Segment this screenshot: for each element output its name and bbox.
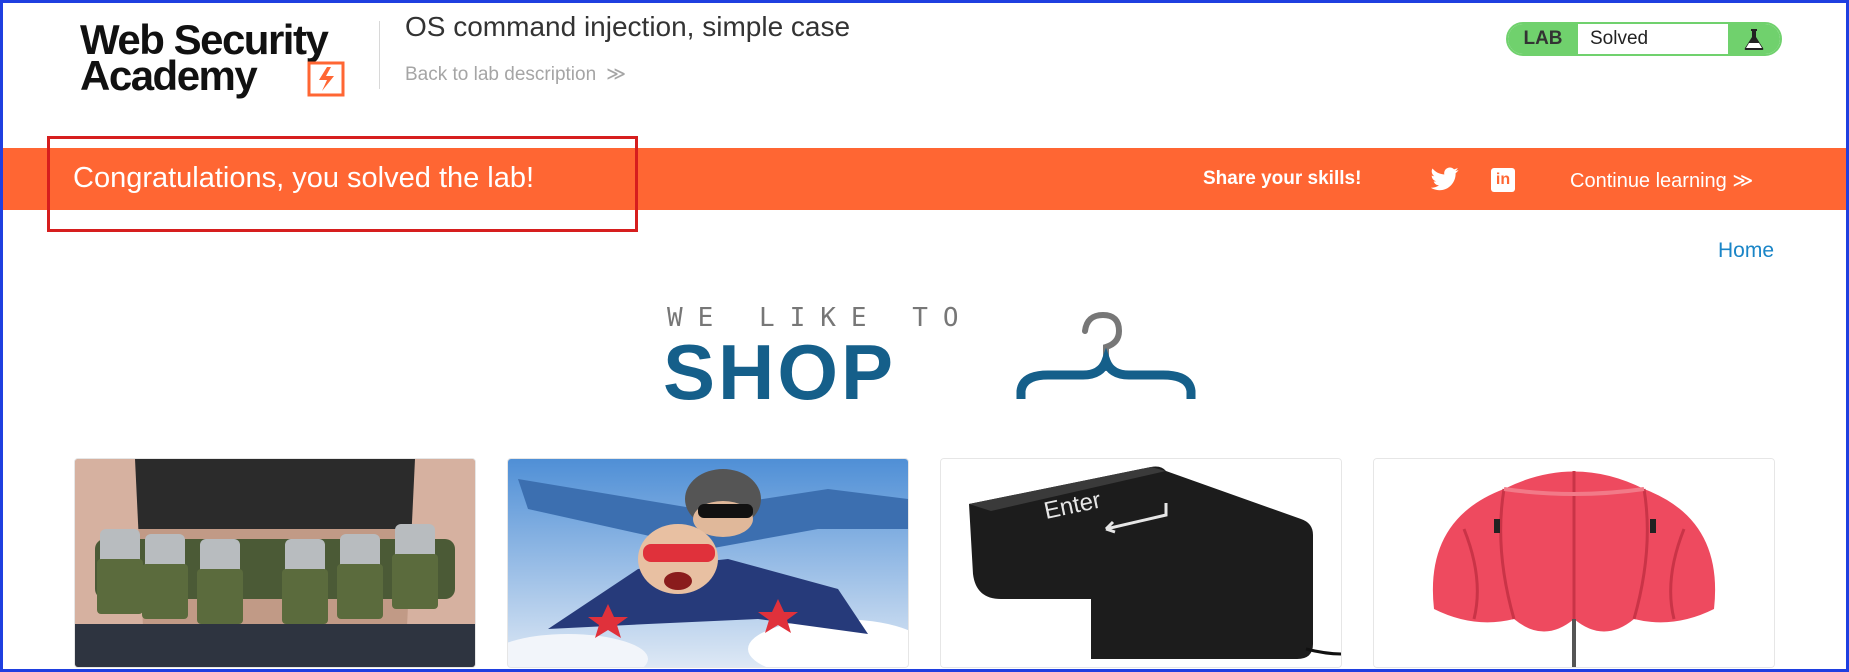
back-to-lab-description-link[interactable]: Back to lab description ≫ — [405, 63, 626, 86]
hanger-icon — [1016, 311, 1196, 399]
lab-title: OS command injection, simple case — [405, 11, 851, 42]
product-card-4[interactable] — [1373, 458, 1775, 668]
continue-learning-link[interactable]: Continue learning ≫ — [1570, 168, 1753, 193]
back-link-label: Back to lab description — [405, 64, 597, 85]
continue-learning-label: Continue learning — [1570, 170, 1727, 192]
shop-logo-word: SHOP — [663, 328, 897, 416]
web-security-academy-logo[interactable]: Web Security Academy — [75, 17, 375, 97]
product-card-3[interactable]: Enter — [940, 458, 1342, 668]
share-skills-label: Share your skills! — [1203, 168, 1362, 189]
flask-icon — [1728, 24, 1780, 54]
twitter-icon[interactable] — [1431, 167, 1459, 191]
product-card-2[interactable] — [507, 458, 909, 668]
product-card-1[interactable] — [74, 458, 476, 668]
linkedin-icon[interactable]: in — [1491, 168, 1515, 192]
lab-status-text: Solved — [1590, 28, 1649, 49]
giant-enter-key-image: Enter — [941, 459, 1341, 667]
home-link[interactable]: Home — [1718, 239, 1774, 263]
double-umbrella-image — [1374, 459, 1774, 667]
we-like-to-shop-logo: WE LIKE TO SHOP — [663, 303, 1203, 416]
header: Web Security Academy OS command injectio… — [3, 3, 1846, 148]
double-chevron-right-icon: ≫ — [1732, 170, 1754, 192]
header-divider — [379, 21, 380, 89]
double-chevron-right-icon: ≫ — [606, 64, 627, 85]
highlight-annotation-box — [47, 136, 638, 232]
logo-bolt-icon — [307, 61, 345, 97]
tandem-skydive-image — [508, 459, 908, 667]
logo-line-2: Academy — [80, 52, 258, 99]
lab-badge: LAB — [1508, 24, 1578, 54]
beer-belt-image — [75, 459, 475, 667]
lab-status-widget: LAB Solved — [1506, 22, 1782, 56]
